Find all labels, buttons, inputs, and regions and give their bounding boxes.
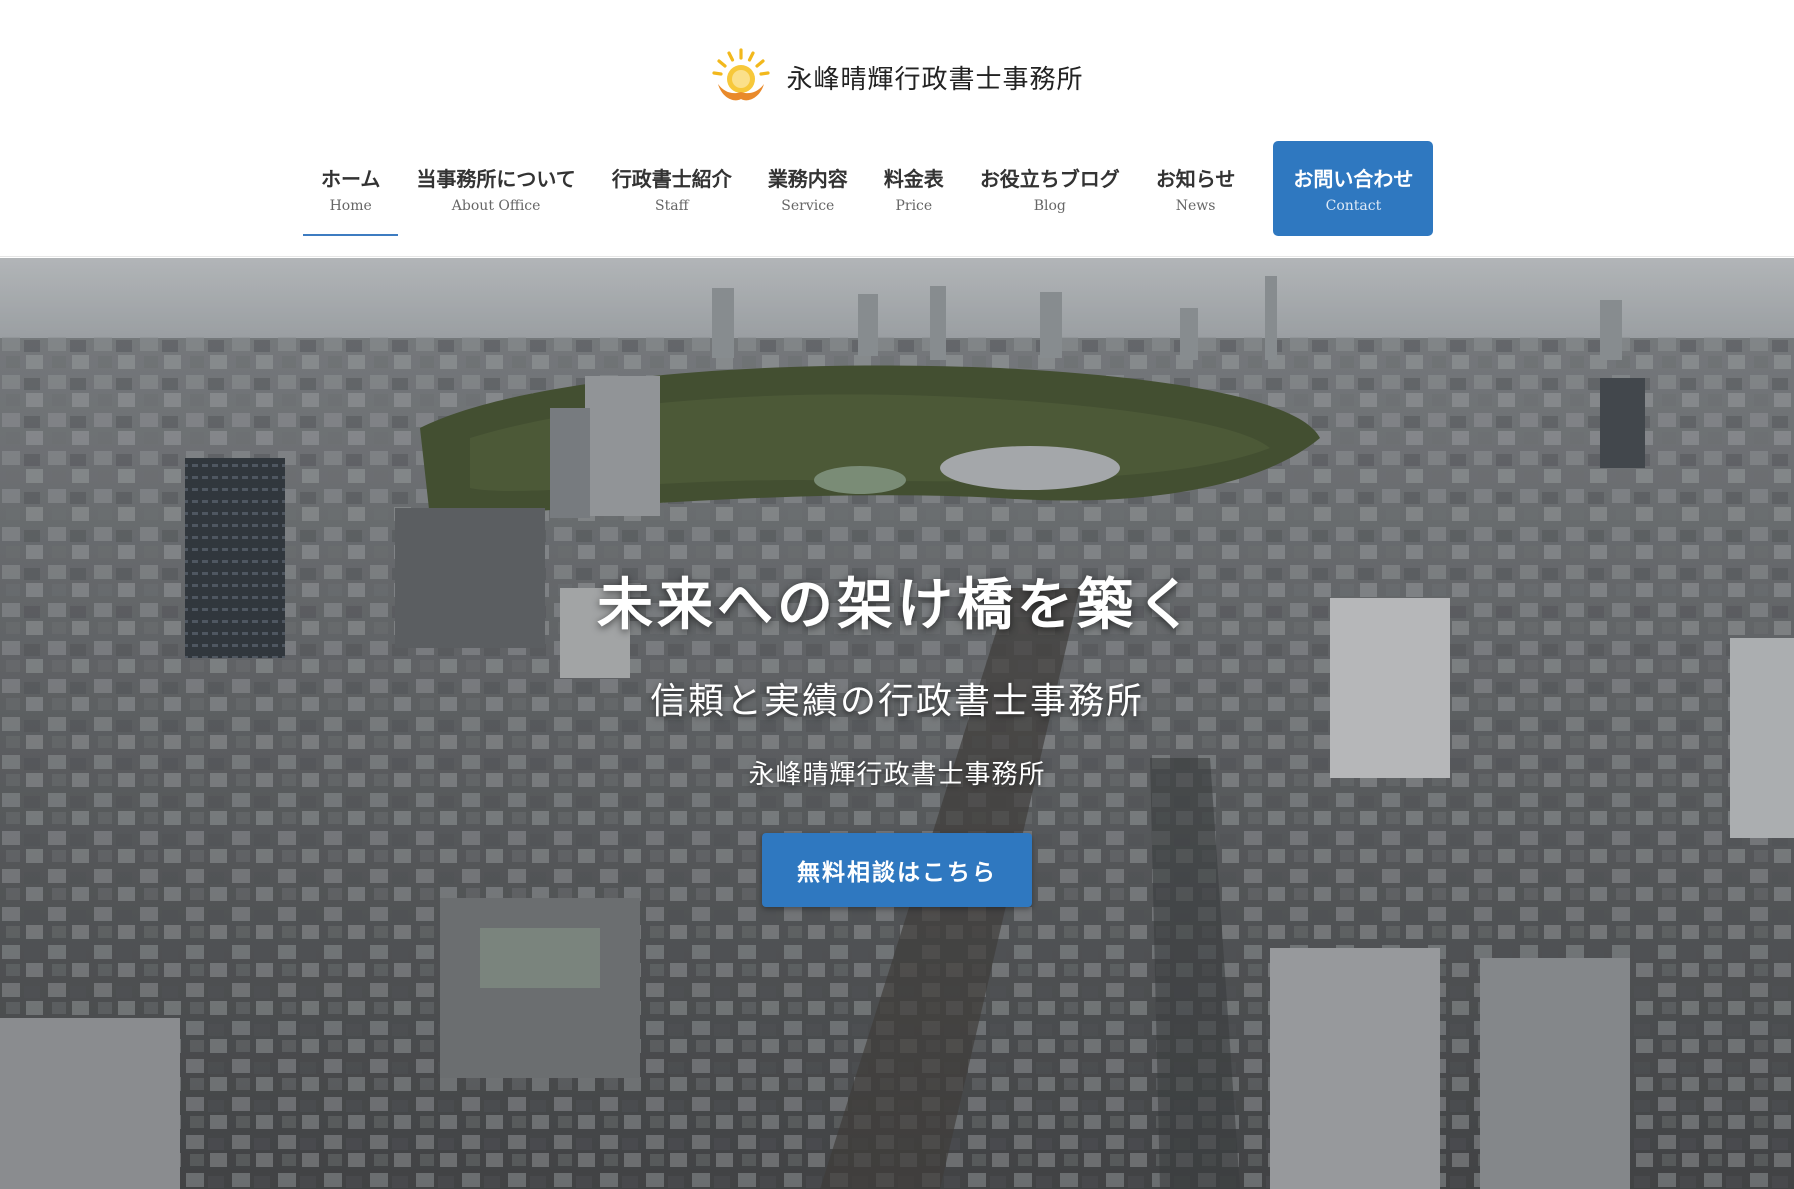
hero-office-name: 永峰晴輝行政書士事務所 — [748, 760, 1046, 790]
nav-label-en: Contact — [1325, 198, 1382, 214]
main-nav: ホーム Home 当事務所について About Office 行政書士紹介 St… — [303, 141, 1491, 236]
nav-label-en: Home — [329, 198, 372, 214]
nav-label-ja: お役立ちブログ — [979, 167, 1120, 191]
sun-hands-logo-icon — [712, 48, 771, 101]
nav-label-en: Price — [895, 198, 933, 214]
nav-label-en: News — [1175, 198, 1216, 214]
nav-label-ja: ホーム — [321, 167, 381, 191]
nav-label-ja: 料金表 — [883, 167, 944, 191]
hero-headline: 未来への架け橋を築く — [597, 572, 1197, 638]
nav-label-en: Staff — [655, 198, 689, 214]
nav-label-en: Service — [781, 198, 835, 214]
nav-item-service[interactable]: 業務内容 Service — [750, 141, 866, 236]
nav-label-ja: お問い合わせ — [1293, 167, 1414, 191]
nav-label-en: About Office — [451, 198, 541, 214]
nav-item-price[interactable]: 料金表 Price — [866, 141, 962, 236]
hero-copy: 未来への架け橋を築く 信頼と実績の行政書士事務所 永峰晴輝行政書士事務所 無料相… — [0, 258, 1794, 1189]
nav-item-about-office[interactable]: 当事務所について About Office — [398, 141, 593, 236]
nav-label-ja: お知らせ — [1155, 167, 1236, 191]
nav-contact-button[interactable]: お問い合わせ Contact — [1273, 141, 1434, 236]
free-consultation-button[interactable]: 無料相談はこちら — [762, 833, 1032, 907]
brand[interactable]: 永峰晴輝行政書士事務所 — [0, 46, 1794, 108]
nav-label-ja: 行政書士紹介 — [611, 167, 732, 191]
site-header: 永峰晴輝行政書士事務所 ホーム Home 当事務所について About Offi… — [0, 0, 1794, 257]
nav-item-blog[interactable]: お役立ちブログ Blog — [962, 141, 1138, 236]
nav-item-news[interactable]: お知らせ News — [1138, 141, 1254, 236]
nav-label-ja: 当事務所について — [416, 167, 576, 191]
nav-label-ja: 業務内容 — [767, 167, 848, 191]
nav-item-home[interactable]: ホーム Home — [303, 141, 399, 236]
nav-item-staff[interactable]: 行政書士紹介 Staff — [594, 141, 750, 236]
hero-subline: 信頼と実績の行政書士事務所 — [649, 681, 1144, 722]
hero-section: 未来への架け橋を築く 信頼と実績の行政書士事務所 永峰晴輝行政書士事務所 無料相… — [0, 258, 1794, 1189]
brand-name: 永峰晴輝行政書士事務所 — [786, 64, 1084, 95]
nav-label-en: Blog — [1033, 198, 1066, 214]
